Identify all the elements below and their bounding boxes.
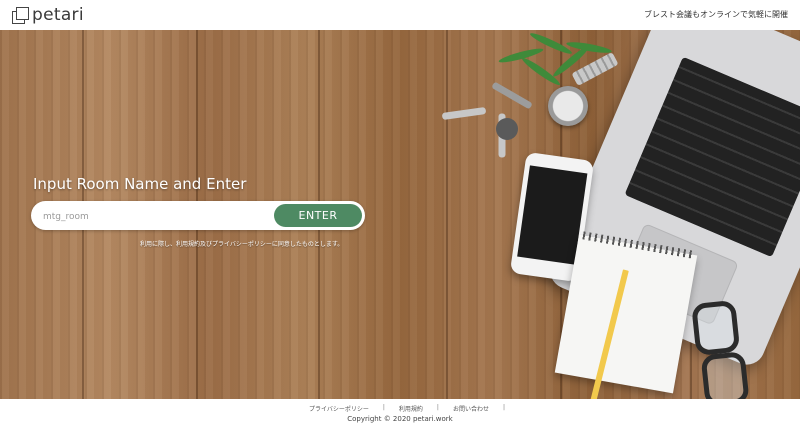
hero-headline: Input Room Name and Enter <box>33 175 247 193</box>
footer-link-privacy[interactable]: プライバシーポリシー <box>309 404 369 413</box>
footer-link-terms[interactable]: 利用規約 <box>399 404 423 413</box>
hero-background: Input Room Name and Enter ENTER 利用に際し、利用… <box>0 30 800 399</box>
terms-notice: 利用に際し、利用規約及びプライバシーポリシーに同意したものとします。 <box>140 241 344 248</box>
site-header: petari ブレスト会議もオンラインで気軽に開催 <box>0 0 800 31</box>
footer-links: プライバシーポリシー | 利用規約 | お問い合わせ | <box>0 404 800 413</box>
footer-separator: | <box>382 404 385 411</box>
logo[interactable]: petari <box>12 5 84 25</box>
footer-separator: | <box>436 404 439 411</box>
notepad-image <box>554 231 698 394</box>
logo-text: petari <box>32 5 84 25</box>
footer-separator: | <box>502 404 505 411</box>
site-footer: プライバシーポリシー | 利用規約 | お問い合わせ | Copyright ©… <box>0 399 800 426</box>
room-name-input[interactable] <box>41 201 275 232</box>
watch-image <box>548 86 588 126</box>
footer-link-contact[interactable]: お問い合わせ <box>453 404 489 413</box>
copyright: Copyright © 2020 petari.work <box>347 415 453 423</box>
logo-icon <box>12 7 29 24</box>
enter-button[interactable]: ENTER <box>274 204 362 227</box>
header-tagline: ブレスト会議もオンラインで気軽に開催 <box>644 10 788 19</box>
room-form: ENTER <box>31 201 365 232</box>
